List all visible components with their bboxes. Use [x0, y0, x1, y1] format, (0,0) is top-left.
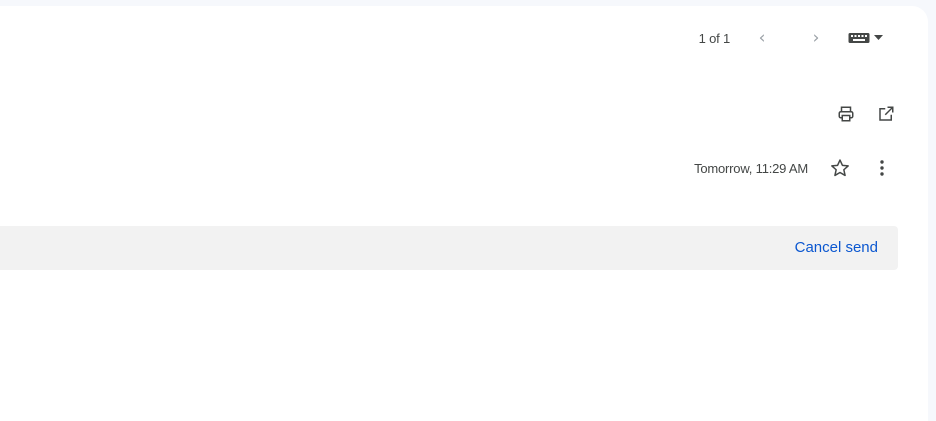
caret-down-icon [874, 35, 883, 40]
chevron-left-icon: ‹ [758, 27, 766, 48]
more-vertical-icon [880, 160, 884, 176]
open-in-new-icon [879, 106, 894, 121]
previous-button[interactable]: ‹ [748, 24, 776, 52]
message-view-panel: 1 of 1 ‹ › Tomorrow, 11:29 AM Cancel sen… [0, 6, 928, 421]
next-button[interactable]: › [802, 24, 830, 52]
message-actions [832, 100, 900, 128]
open-in-new-window-button[interactable] [872, 100, 900, 128]
cancel-send-button[interactable]: Cancel send [795, 239, 878, 256]
pagination-toolbar: 1 of 1 ‹ › [699, 24, 892, 52]
print-all-button[interactable] [832, 100, 860, 128]
pagination-count: 1 of 1 [698, 30, 731, 46]
more-options-button[interactable] [868, 154, 896, 182]
star-button[interactable] [826, 154, 854, 182]
scheduled-send-banner: Cancel send [0, 226, 898, 270]
keyboard-icon [848, 33, 870, 43]
chevron-right-icon: › [812, 27, 820, 48]
scheduled-send-time: Tomorrow, 11:29 AM [694, 160, 808, 176]
message-meta-row: Tomorrow, 11:29 AM [694, 154, 896, 182]
input-tools-button[interactable] [848, 31, 892, 45]
printer-icon [838, 106, 854, 122]
star-outline-icon [831, 159, 849, 177]
